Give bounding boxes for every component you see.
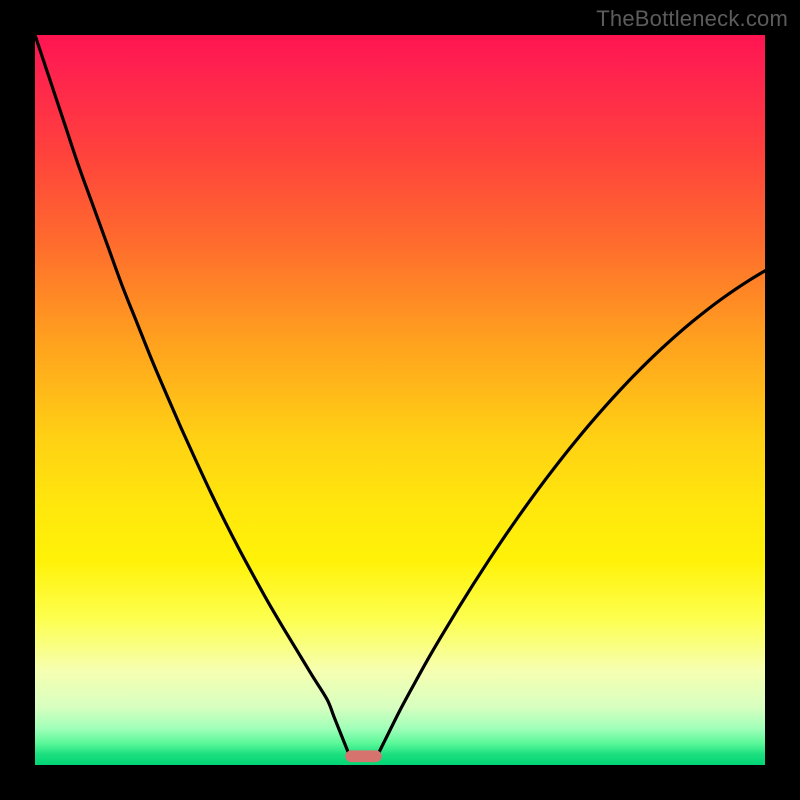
bottom-pill-marker — [345, 750, 382, 762]
plot-area — [35, 35, 765, 765]
left-branch-curve — [35, 35, 349, 754]
right-branch-curve — [378, 271, 765, 754]
curve-layer — [35, 35, 765, 765]
watermark-text: TheBottleneck.com — [596, 6, 788, 32]
chart-frame: TheBottleneck.com — [0, 0, 800, 800]
